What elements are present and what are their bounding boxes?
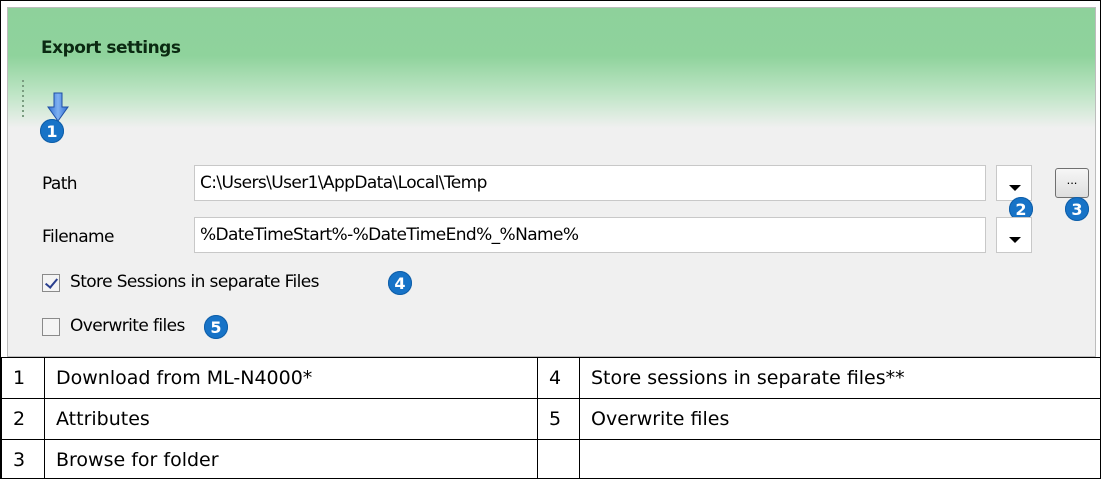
legend-number: [537, 439, 580, 479]
export-settings-panel: Export settings 1 Path C:\Users\User1\Ap…: [7, 7, 1096, 357]
table-row: 3 Browse for folder: [1, 439, 1101, 479]
legend-text: Browse for folder: [44, 439, 538, 479]
callout-1: 1: [40, 119, 64, 143]
callout-3: 3: [1065, 197, 1089, 221]
path-field[interactable]: C:\Users\User1\AppData\Local\Temp: [194, 165, 986, 201]
table-row: 1 Download from ML-N4000* 4 Store sessio…: [1, 357, 1101, 399]
download-arrow-icon[interactable]: [47, 92, 69, 122]
filename-field[interactable]: %DateTimeStart%-%DateTimeEnd%_%Name%: [194, 217, 986, 253]
legend-text: [579, 439, 1101, 479]
legend-text: Download from ML-N4000*: [44, 357, 538, 399]
filename-dropdown-button[interactable]: [996, 217, 1032, 253]
path-dropdown-button[interactable]: [996, 165, 1032, 201]
callout-4: 4: [388, 271, 412, 295]
panel-title: Export settings: [41, 38, 181, 58]
overwrite-files-label[interactable]: Overwrite files: [70, 316, 185, 336]
callout-5: 5: [204, 315, 228, 339]
grip-handle[interactable]: [22, 80, 26, 120]
panel-header: [8, 8, 1095, 128]
path-label: Path: [42, 174, 78, 194]
store-sessions-checkbox[interactable]: [42, 274, 60, 292]
legend-number: 5: [537, 398, 580, 440]
legend-number: 4: [537, 357, 580, 399]
store-sessions-label[interactable]: Store Sessions in separate Files: [70, 272, 320, 292]
legend-text: Attributes: [44, 398, 538, 440]
legend-text: Store sessions in separate files**: [579, 357, 1101, 399]
filename-label: Filename: [42, 227, 114, 247]
legend-text: Overwrite files: [579, 398, 1101, 440]
figure-frame: Export settings 1 Path C:\Users\User1\Ap…: [0, 0, 1101, 479]
overwrite-files-checkbox[interactable]: [42, 318, 60, 336]
legend-number: 3: [1, 439, 45, 479]
table-row: 2 Attributes 5 Overwrite files: [1, 398, 1101, 440]
legend-number: 2: [1, 398, 45, 440]
browse-button[interactable]: ...: [1055, 168, 1089, 198]
legend-number: 1: [1, 357, 45, 399]
legend-table: 1 Download from ML-N4000* 4 Store sessio…: [1, 357, 1101, 479]
